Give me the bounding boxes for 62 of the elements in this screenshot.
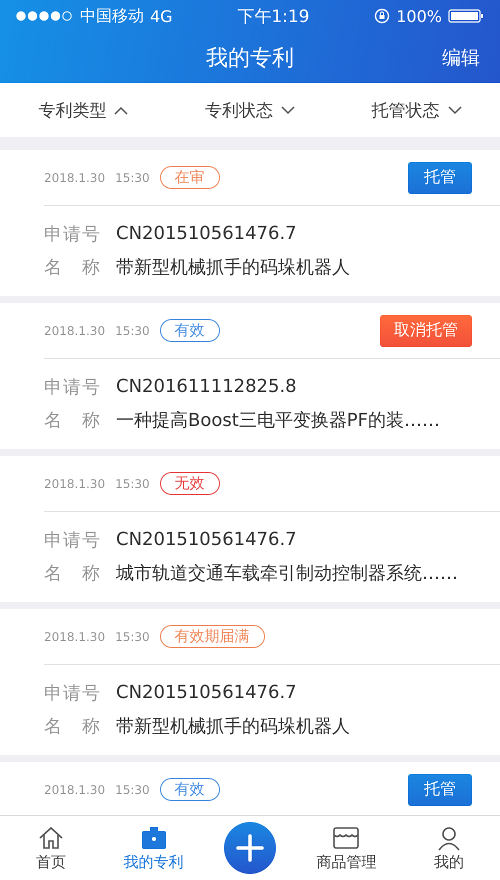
time: 15:30	[115, 324, 150, 338]
status-tag: 有效	[160, 319, 220, 342]
field-value: 一种提高Boost三电平变换器PF的装……	[116, 408, 440, 432]
status-tag: 有效期届满	[160, 625, 265, 648]
nav-tab[interactable]: 我的专利	[102, 824, 205, 872]
nav-tab[interactable]: 首页	[0, 824, 102, 872]
chevron-down-icon	[448, 106, 462, 114]
patent-card[interactable]: 2018.1.30 15:30 有效期届满 申请号 CN201510561476.7 名称 带新型机械抓手的码垛机器人	[0, 609, 500, 755]
rotation-lock-icon	[374, 8, 390, 24]
field-value: CN201611112825.8	[116, 376, 297, 397]
patent-card[interactable]: 2018.1.30 15:30 有效 取消托管 申请号 CN201611112825.8 名称 一种提高Boost三电平变换器PF的装……	[0, 303, 500, 449]
carrier-name: 中国移动	[80, 6, 144, 26]
battery-percent: 100%	[396, 6, 442, 26]
nav-tab[interactable]: 商品管理	[295, 824, 398, 872]
page-title: 我的专利	[206, 44, 294, 72]
edit-link[interactable]: 编辑	[442, 44, 480, 70]
hosting-button[interactable]: 托管	[408, 774, 472, 806]
date: 2018.1.30	[44, 630, 106, 644]
field-value: 城市轨道交通车载牵引制动控制器系统……	[116, 562, 458, 584]
plus-icon	[236, 834, 264, 862]
date: 2018.1.30	[44, 170, 106, 184]
patent-card[interactable]: 2018.1.30 15:30 在审 托管 申请号 CN201510561476.7 名称 带新型机械抓手的码垛机器人	[0, 150, 500, 296]
date: 2018.1.30	[44, 324, 106, 338]
clock: 下午1:19	[236, 6, 310, 28]
field-label: 申请号	[44, 682, 100, 704]
field-label: 名称	[44, 562, 100, 584]
time: 15:30	[115, 170, 150, 184]
time: 15:30	[115, 476, 150, 490]
briefcase-icon	[140, 824, 168, 850]
field-label: 名称	[44, 408, 100, 432]
hosting-button[interactable]: 托管	[408, 162, 472, 194]
field-label: 申请号	[44, 528, 100, 552]
status-tag: 在审	[160, 166, 220, 189]
date: 2018.1.30	[44, 782, 106, 796]
home-icon	[38, 824, 64, 850]
field-value: CN201510561476.7	[116, 223, 297, 244]
battery-icon	[448, 8, 484, 24]
signal-icon	[16, 11, 74, 21]
person-icon	[436, 824, 462, 850]
date: 2018.1.30	[44, 476, 106, 490]
time: 15:30	[115, 782, 150, 796]
field-value: 带新型机械抓手的码垛机器人	[116, 256, 350, 278]
status-tag: 无效	[160, 472, 220, 495]
filter-dropdown[interactable]: 专利类型	[32, 98, 134, 122]
filter-dropdown[interactable]: 托管状态	[366, 98, 468, 122]
field-value: CN201510561476.7	[116, 529, 297, 550]
chevron-up-icon	[114, 106, 128, 114]
field-value: 带新型机械抓手的码垛机器人	[116, 714, 350, 738]
storefront-icon	[332, 824, 360, 850]
filter-dropdown[interactable]: 专利状态	[198, 98, 301, 122]
field-label: 名称	[44, 256, 100, 278]
chevron-down-icon	[280, 106, 295, 114]
patent-card[interactable]: 2018.1.30 15:30 有效 托管	[0, 762, 500, 815]
nav-tab[interactable]: 我的	[398, 824, 500, 872]
field-value: CN201510561476.7	[116, 682, 297, 703]
field-label: 申请号	[44, 222, 100, 246]
network-type: 4G	[150, 6, 173, 26]
status-tag: 有效	[160, 778, 220, 801]
time: 15:30	[115, 630, 150, 644]
field-label: 名称	[44, 714, 100, 738]
field-label: 申请号	[44, 376, 100, 398]
patent-card[interactable]: 2018.1.30 15:30 无效 申请号 CN201510561476.7 名称 城市轨道交通车载牵引制动控制器系统……	[0, 456, 500, 602]
